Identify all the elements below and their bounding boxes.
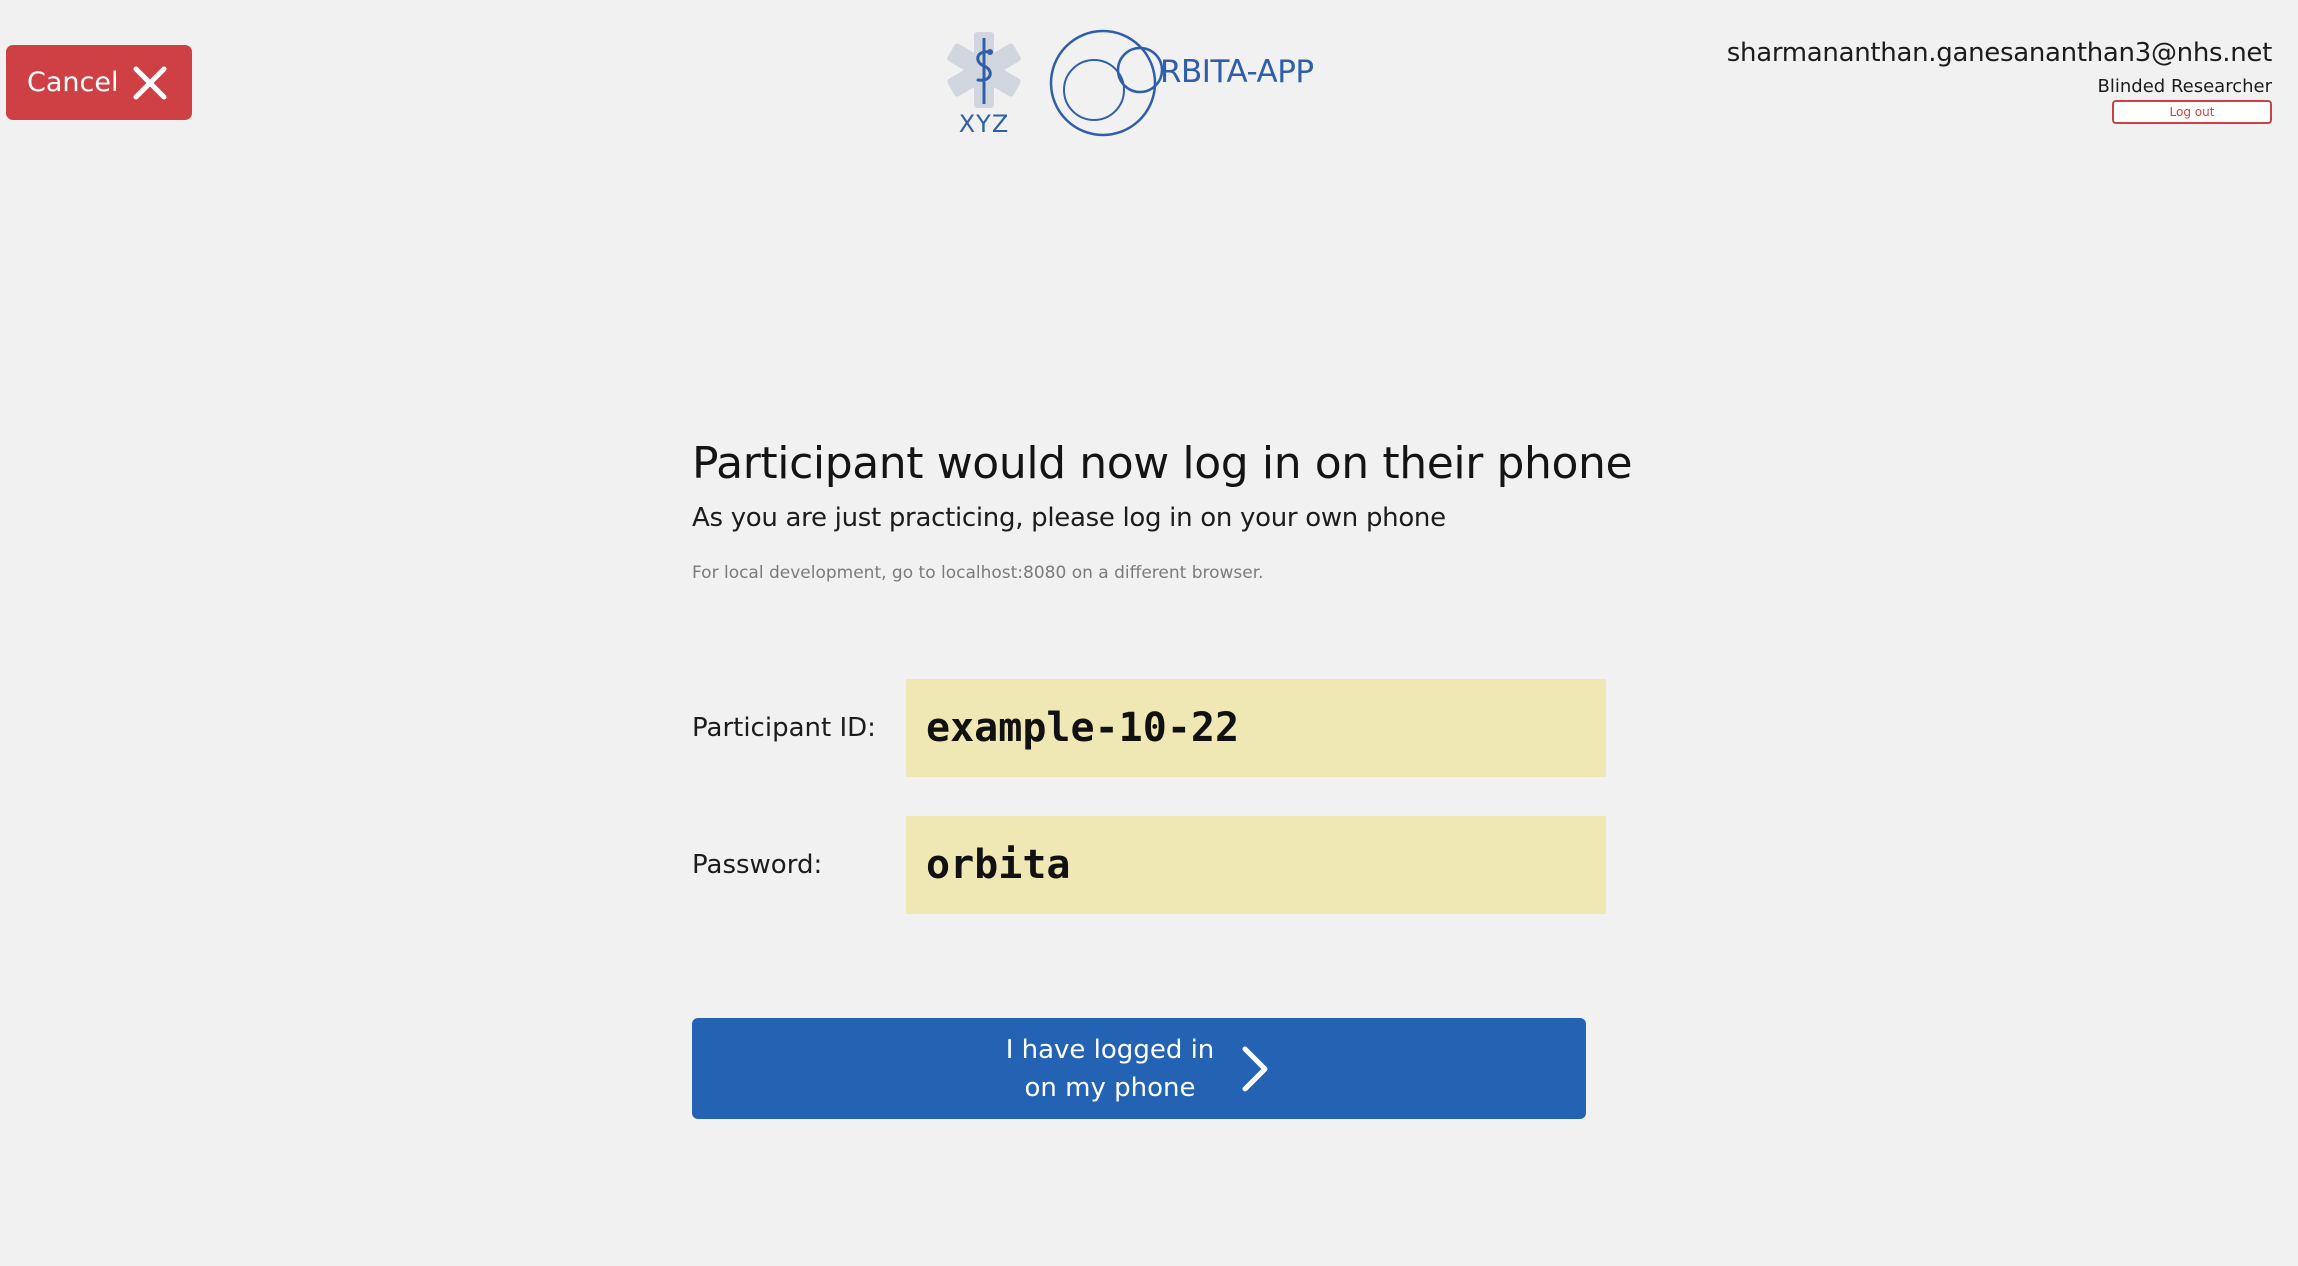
chevron-right-icon xyxy=(1242,1046,1268,1091)
cancel-button[interactable]: Cancel xyxy=(6,45,192,120)
page-subtitle: As you are just practicing, please log i… xyxy=(692,503,1446,533)
participant-id-row: Participant ID: example-10-22 xyxy=(692,679,1612,777)
orbita-logo: RBITA-APP xyxy=(1048,28,1314,138)
password-label: Password: xyxy=(692,850,823,880)
participant-id-value: example-10-22 xyxy=(906,679,1606,777)
participant-id-label: Participant ID: xyxy=(692,713,876,743)
logged-in-confirm-button[interactable]: I have logged in on my phone xyxy=(692,1018,1586,1119)
cancel-button-label: Cancel xyxy=(27,67,119,98)
logout-button[interactable]: Log out xyxy=(2112,100,2272,124)
password-row: Password: orbita xyxy=(692,816,1612,914)
user-email: sharmananthan.ganesananthan3@nhs.net xyxy=(1726,38,2273,68)
orbita-logo-text: RBITA-APP xyxy=(1160,54,1314,90)
star-of-life-icon xyxy=(947,32,1021,108)
main-content: Participant would now log in on their ph… xyxy=(692,438,1633,1119)
password-value: orbita xyxy=(906,816,1606,914)
user-info: sharmananthan.ganesananthan3@nhs.net Bli… xyxy=(1727,38,2272,124)
page-title: Participant would now log in on their ph… xyxy=(692,438,1633,489)
user-role: Blinded Researcher xyxy=(2097,76,2272,97)
xyz-logo-text: XYZ xyxy=(958,110,1010,138)
dev-note: For local development, go to localhost:8… xyxy=(692,563,1264,583)
confirm-button-line1: I have logged in xyxy=(1005,1034,1215,1065)
close-icon xyxy=(133,66,167,99)
confirm-button-line2: on my phone xyxy=(1024,1072,1196,1103)
confirm-button-text: I have logged in on my phone xyxy=(1005,1031,1215,1107)
xyz-logo: XYZ xyxy=(938,28,1030,140)
